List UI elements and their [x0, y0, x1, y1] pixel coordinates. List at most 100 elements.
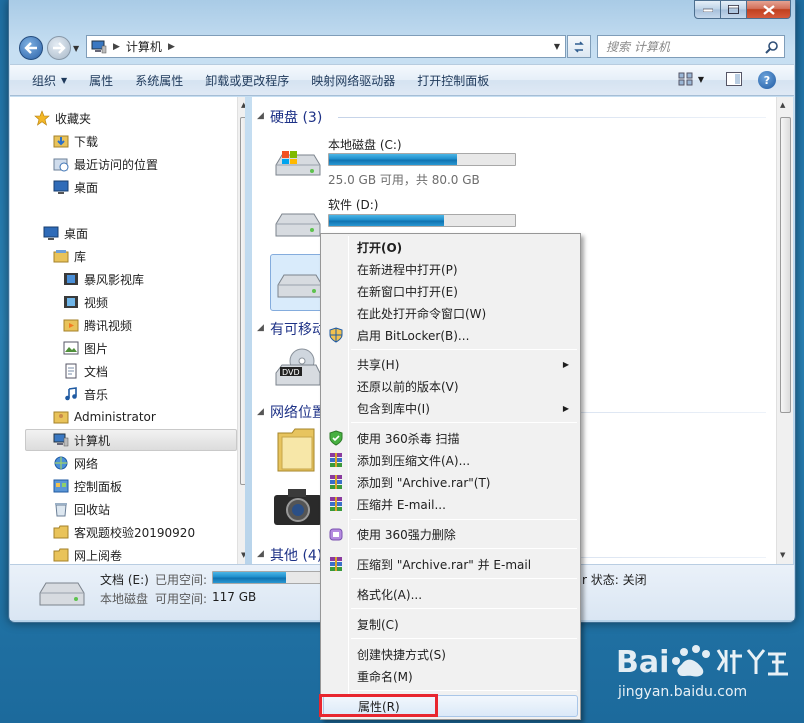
- nav-baofeng[interactable]: 暴风影视库: [63, 268, 144, 290]
- forward-button[interactable]: [47, 36, 71, 60]
- download-folder-icon: [53, 133, 69, 149]
- menu-label: 创建快捷方式(S): [357, 647, 446, 662]
- nav-label: 收藏夹: [55, 111, 92, 126]
- baidu-jingyan-logo: Bai: [616, 645, 788, 680]
- close-button[interactable]: [747, 0, 791, 19]
- menu-label: 还原以前的版本(V): [357, 379, 459, 394]
- nav-administrator[interactable]: Administrator: [53, 406, 156, 428]
- drive-c-name[interactable]: 本地磁盘 (C:): [328, 136, 402, 153]
- nav-folder-online-marking[interactable]: 网上阅卷: [53, 544, 122, 564]
- help-button[interactable]: ?: [758, 71, 776, 89]
- organize-button[interactable]: 组织 ▼: [21, 69, 78, 91]
- properties-button[interactable]: 属性: [78, 69, 124, 91]
- nav-desktop-favorite[interactable]: 桌面: [53, 176, 98, 198]
- menu-share[interactable]: 共享(H) ▶: [323, 353, 578, 375]
- nav-scroll-thumb[interactable]: [240, 117, 245, 485]
- back-button[interactable]: [19, 36, 43, 60]
- menu-compress-rar-email[interactable]: 压缩到 "Archive.rar" 并 E-mail: [323, 553, 578, 575]
- group-header-network[interactable]: 网络位置: [270, 402, 326, 422]
- menu-separator: [351, 519, 577, 520]
- nav-scrollbar[interactable]: ▲ ▼: [237, 97, 245, 564]
- nav-favorites[interactable]: 收藏夹: [34, 107, 91, 129]
- scroll-up-icon[interactable]: ▲: [780, 101, 785, 109]
- group-header-other[interactable]: 其他 (4): [270, 545, 322, 564]
- history-dropdown-icon[interactable]: ▼: [73, 44, 79, 53]
- collapse-icon[interactable]: ◢: [257, 111, 264, 121]
- camera-icon[interactable]: [272, 487, 324, 527]
- menu-include-library[interactable]: 包含到库中(I) ▶: [323, 397, 578, 419]
- menu-restore-previous[interactable]: 还原以前的版本(V): [323, 375, 578, 397]
- collapse-icon[interactable]: ◢: [257, 323, 264, 333]
- scroll-up-icon[interactable]: ▲: [241, 101, 245, 109]
- nav-pictures[interactable]: 图片: [63, 337, 108, 359]
- menu-open-new-window[interactable]: 在新窗口中打开(E): [323, 280, 578, 302]
- nav-tencent-video[interactable]: 腾讯视频: [63, 314, 132, 336]
- menu-compress-email[interactable]: 压缩并 E-mail...: [323, 493, 578, 515]
- menu-open[interactable]: 打开(O): [323, 236, 578, 258]
- menu-add-archive-rar[interactable]: 添加到 "Archive.rar"(T): [323, 471, 578, 493]
- control-panel-button[interactable]: 打开控制面板: [406, 69, 500, 91]
- refresh-button[interactable]: [567, 35, 591, 58]
- change-view-button[interactable]: ▼: [678, 72, 704, 86]
- folder-icon[interactable]: [276, 425, 316, 473]
- drive-icon[interactable]: [272, 210, 322, 246]
- breadcrumb-separator-icon[interactable]: ▶: [168, 42, 175, 52]
- details-usage-bar: [212, 571, 332, 584]
- maximize-button[interactable]: [721, 0, 747, 19]
- menu-360-scan[interactable]: 使用 360杀毒 扫描: [323, 427, 578, 449]
- menu-label: 使用 360杀毒 扫描: [357, 431, 460, 446]
- scroll-down-icon[interactable]: ▼: [241, 551, 245, 559]
- group-header-hdd[interactable]: 硬盘 (3): [270, 107, 322, 127]
- dvd-drive-icon[interactable]: DVD: [272, 347, 322, 391]
- menu-add-archive[interactable]: 添加到压缩文件(A)...: [323, 449, 578, 471]
- menu-format[interactable]: 格式化(A)...: [323, 583, 578, 605]
- nav-recent[interactable]: 最近访问的位置: [53, 153, 158, 175]
- nav-folder-exam-check[interactable]: 客观题校验20190920: [53, 521, 195, 543]
- menu-360-force-delete[interactable]: 使用 360强力删除: [323, 523, 578, 545]
- menu-label: 复制(C): [357, 617, 399, 632]
- details-bitlocker-status: r 状态: 关闭: [582, 573, 647, 587]
- drive-d-name[interactable]: 软件 (D:): [328, 196, 378, 213]
- menu-create-shortcut[interactable]: 创建快捷方式(S): [323, 643, 578, 665]
- content-scrollbar[interactable]: ▲ ▼: [776, 97, 793, 564]
- collapse-icon[interactable]: ◢: [257, 549, 264, 559]
- nav-music[interactable]: 音乐: [63, 383, 108, 405]
- preview-pane-button[interactable]: [726, 72, 742, 90]
- windows-drive-icon[interactable]: [272, 147, 322, 183]
- map-drive-button[interactable]: 映射网络驱动器: [300, 69, 406, 91]
- nav-downloads[interactable]: 下载: [53, 130, 98, 152]
- breadcrumb-computer[interactable]: 计算机: [126, 38, 162, 55]
- nav-control-panel[interactable]: 控制面板: [53, 475, 122, 497]
- star-icon: [34, 110, 50, 126]
- nav-label: 图片: [84, 341, 109, 356]
- nav-videos[interactable]: 视频: [63, 291, 108, 313]
- search-input[interactable]: 搜索 计算机: [597, 35, 785, 58]
- library-icon: [53, 248, 69, 264]
- collapse-icon[interactable]: ◢: [257, 407, 264, 417]
- address-bar[interactable]: ▶ 计算机 ▶ ▼: [86, 35, 566, 58]
- nav-label: 下载: [74, 134, 99, 149]
- breadcrumb-separator-icon[interactable]: ▶: [113, 42, 120, 52]
- menu-bitlocker[interactable]: 启用 BitLocker(B)...: [323, 324, 578, 346]
- nav-recycle-bin[interactable]: 回收站: [53, 498, 110, 520]
- nav-computer[interactable]: 计算机: [25, 429, 237, 451]
- content-scroll-thumb[interactable]: [780, 117, 791, 413]
- system-properties-button[interactable]: 系统属性: [124, 69, 194, 91]
- menu-open-command-window[interactable]: 在此处打开命令窗口(W): [323, 302, 578, 324]
- chevron-down-icon[interactable]: ▼: [554, 42, 560, 51]
- menu-open-new-process[interactable]: 在新进程中打开(P): [323, 258, 578, 280]
- nav-desktop[interactable]: 桌面: [43, 222, 88, 244]
- uninstall-button[interactable]: 卸载或更改程序: [194, 69, 300, 91]
- refresh-icon: [574, 40, 584, 53]
- video-library-icon: [63, 271, 79, 287]
- menu-copy[interactable]: 复制(C): [323, 613, 578, 635]
- scroll-down-icon[interactable]: ▼: [780, 551, 785, 559]
- nav-libraries[interactable]: 库: [53, 245, 86, 267]
- nav-documents[interactable]: 文档: [63, 360, 108, 382]
- menu-rename[interactable]: 重命名(M): [323, 665, 578, 687]
- nav-network[interactable]: 网络: [53, 452, 98, 474]
- nav-label: Administrator: [74, 410, 156, 424]
- minimize-button[interactable]: [694, 0, 721, 19]
- computer-icon: [53, 432, 69, 448]
- group-header-removable[interactable]: 有可移动: [270, 319, 326, 339]
